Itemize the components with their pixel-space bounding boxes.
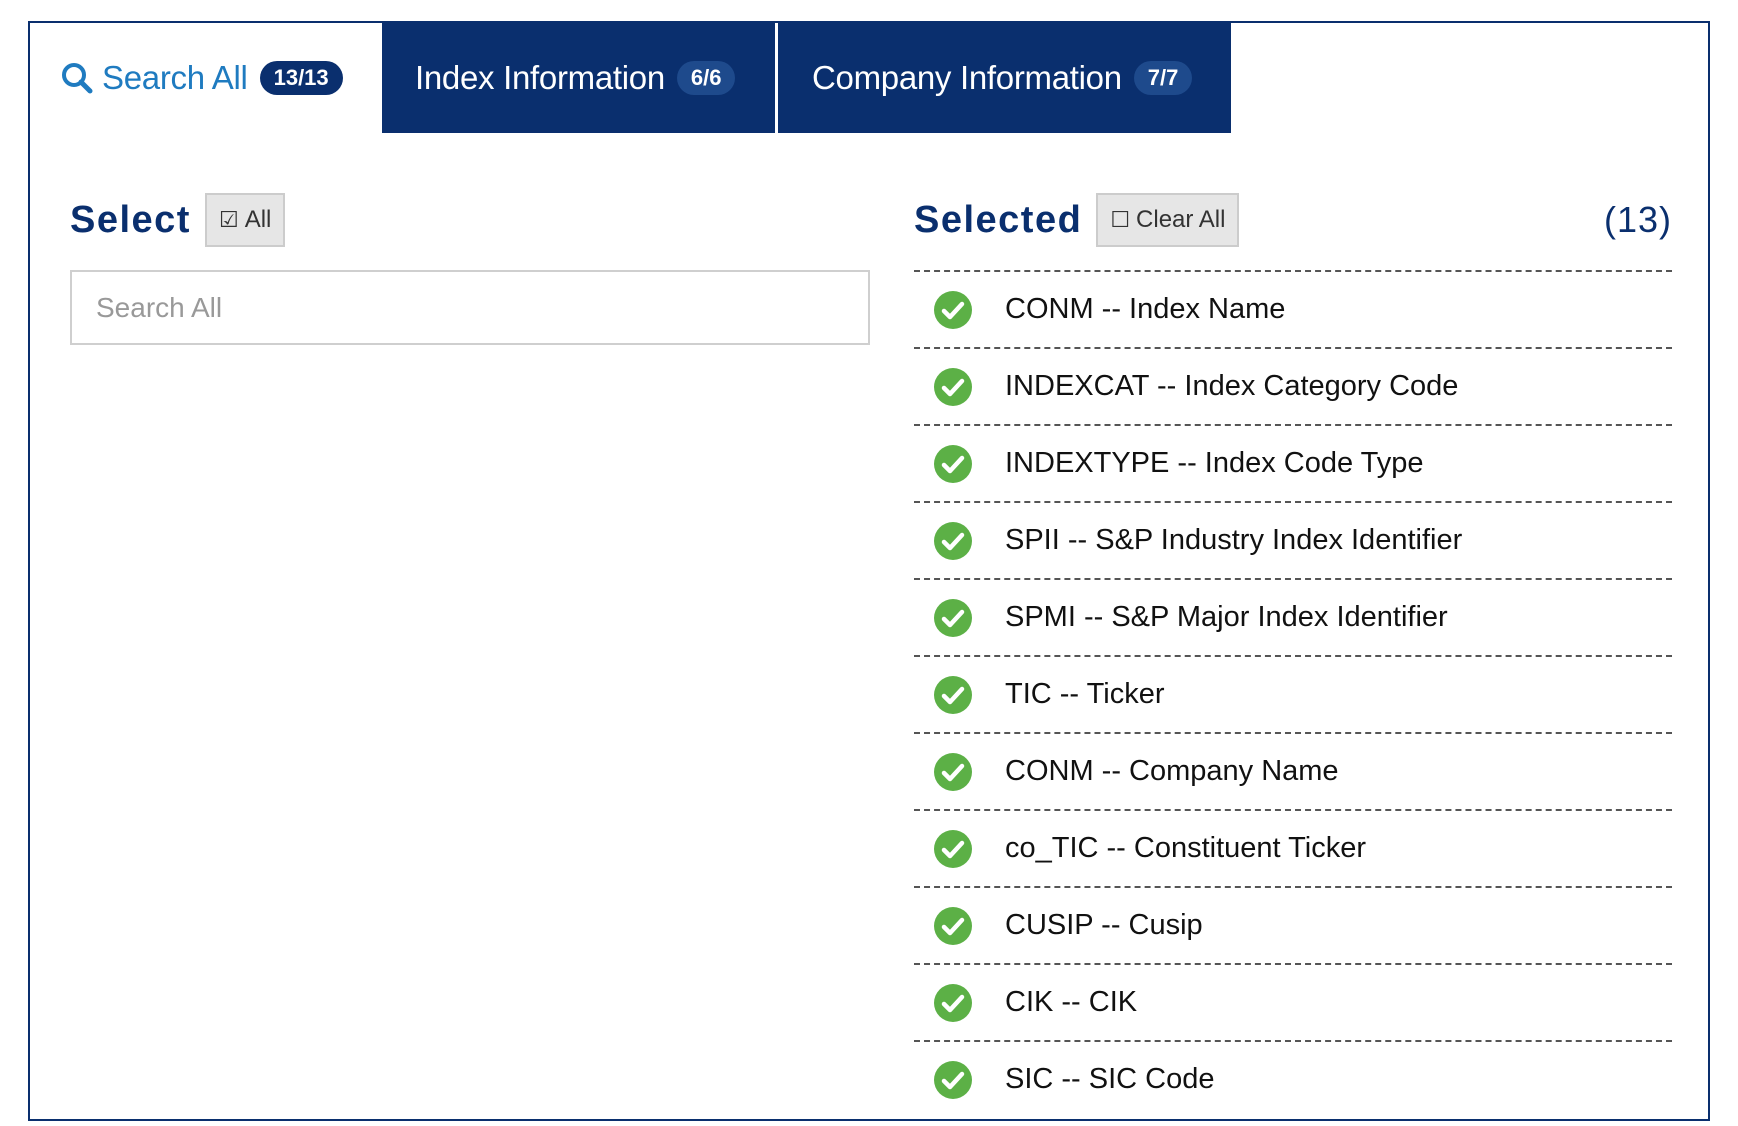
check-circle-icon (934, 983, 972, 1022)
list-item[interactable]: SPII -- S&P Industry Index Identifier (914, 503, 1672, 580)
selected-heading: Selected ☐ Clear All (13) (914, 193, 1672, 247)
search-icon (62, 63, 93, 94)
check-circle-icon (934, 906, 972, 945)
list-item-label: SIC -- SIC Code (1005, 1063, 1215, 1095)
check-circle-icon (934, 598, 972, 637)
checkbox-checked-icon: ☑ (218, 207, 239, 232)
check-circle-icon (934, 290, 972, 329)
check-circle-icon (934, 675, 972, 714)
list-item[interactable]: INDEXTYPE -- Index Code Type (914, 426, 1672, 503)
tab-company-information-label: Company Information (812, 59, 1122, 96)
selected-count: (13) (1603, 199, 1672, 240)
list-item[interactable]: TIC -- Ticker (914, 657, 1672, 734)
tab-index-information[interactable]: Index Information 6/6 (382, 23, 775, 133)
list-item-label: TIC -- Ticker (1005, 678, 1165, 710)
list-item[interactable]: co_TIC -- Constituent Ticker (914, 811, 1672, 888)
list-item-label: SPII -- S&P Industry Index Identifier (1005, 524, 1463, 556)
select-heading: Select ☑ All (70, 193, 286, 247)
selected-title: Selected (914, 198, 1083, 241)
tab-search-all-label: Search All (102, 59, 248, 96)
list-item-label: CIK -- CIK (1005, 986, 1138, 1018)
check-circle-icon (934, 829, 972, 868)
list-item[interactable]: INDEXCAT -- Index Category Code (914, 349, 1672, 426)
tab-index-information-label: Index Information (415, 59, 665, 96)
select-all-label: All (244, 206, 272, 233)
tab-search-all-badge: 13/13 (259, 61, 343, 95)
list-item[interactable]: SPMI -- S&P Major Index Identifier (914, 580, 1672, 657)
list-item[interactable]: CONM -- Index Name (914, 272, 1672, 349)
list-item[interactable]: SIC -- SIC Code (914, 1042, 1672, 1101)
check-circle-icon (934, 752, 972, 791)
list-item-label: INDEXCAT -- Index Category Code (1005, 370, 1459, 402)
checkbox-empty-icon: ☐ (1110, 207, 1131, 232)
check-circle-icon (934, 367, 972, 406)
list-item-label: co_TIC -- Constituent Ticker (1005, 832, 1366, 864)
clear-all-label: Clear All (1136, 206, 1226, 233)
tab-company-information-badge: 7/7 (1133, 61, 1193, 95)
tab-index-information-badge: 6/6 (676, 61, 736, 95)
list-item-label: CONM -- Company Name (1005, 755, 1339, 787)
clear-all-button[interactable]: ☐ Clear All (1096, 193, 1240, 247)
search-input[interactable] (70, 270, 870, 345)
check-circle-icon (934, 1060, 972, 1099)
check-circle-icon (934, 521, 972, 560)
list-item-label: CONM -- Index Name (1005, 293, 1286, 325)
selected-list[interactable]: CONM -- Index Name INDEXCAT -- Index Cate… (914, 270, 1672, 1101)
tab-search-all[interactable]: Search All 13/13 (30, 23, 382, 133)
list-item-label: CUSIP -- Cusip (1005, 909, 1203, 941)
list-item[interactable]: CONM -- Company Name (914, 734, 1672, 811)
check-circle-icon (934, 444, 972, 483)
tab-bar: Search All 13/13 Index Information 6/6 C… (30, 23, 1231, 133)
select-title: Select (70, 198, 191, 241)
list-item[interactable]: CIK -- CIK (914, 965, 1672, 1042)
list-item[interactable]: CUSIP -- Cusip (914, 888, 1672, 965)
tab-company-information[interactable]: Company Information 7/7 (778, 23, 1231, 133)
list-item-label: INDEXTYPE -- Index Code Type (1005, 447, 1424, 479)
field-selector-panel: Search All 13/13 Index Information 6/6 C… (28, 21, 1710, 1121)
list-item-label: SPMI -- S&P Major Index Identifier (1005, 601, 1448, 633)
select-all-button[interactable]: ☑ All (204, 193, 286, 247)
